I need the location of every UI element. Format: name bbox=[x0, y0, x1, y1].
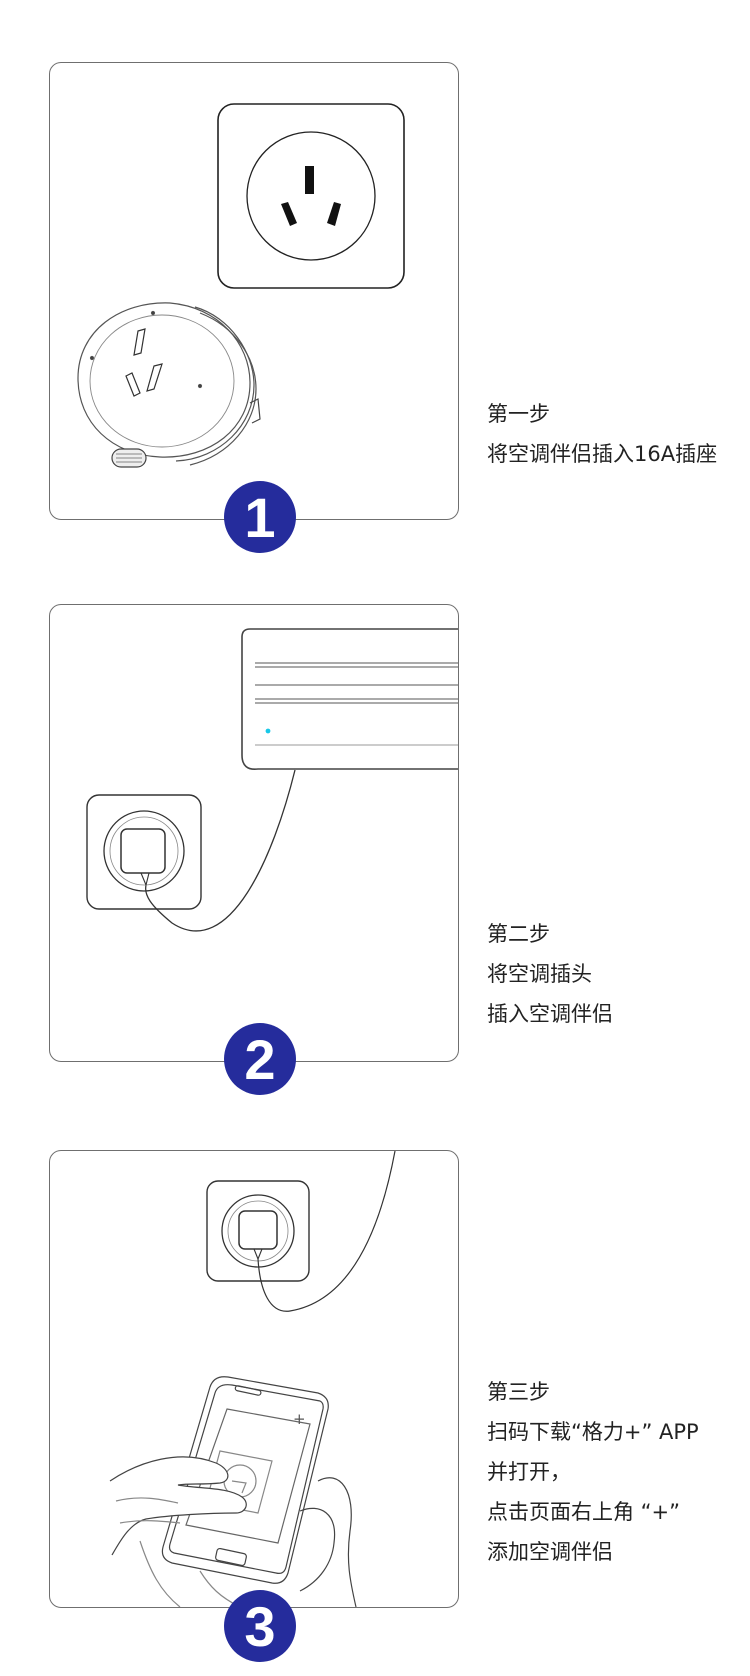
step-2-illustration-panel bbox=[49, 604, 459, 1062]
step-line: 并打开， bbox=[487, 1460, 571, 1484]
svg-text:+: + bbox=[293, 1410, 306, 1428]
wall-socket-and-companion-illustration bbox=[77, 103, 405, 468]
smartphone-hand-icon: + bbox=[109, 1376, 357, 1607]
step-number-badge: 3 bbox=[224, 1590, 296, 1662]
step-line: 将空调插头 bbox=[487, 962, 592, 986]
phone-scan-illustration: + bbox=[109, 1151, 396, 1607]
step-line: 扫码下载“格力+” APP bbox=[487, 1420, 699, 1444]
step-number-badge: 2 bbox=[224, 1023, 296, 1095]
step-1-instructions: 第一步 将空调伴侣插入16A插座 bbox=[487, 394, 717, 474]
wall-socket-icon bbox=[217, 103, 405, 289]
step-number-badge: 1 bbox=[224, 481, 296, 553]
step-3: + 3 第三步 扫码下载“格力+” APP 并打开， 点击页面右上角 “+” 添… bbox=[0, 1150, 750, 1670]
step-line: 添加空调伴侣 bbox=[487, 1540, 613, 1564]
air-conditioner-icon bbox=[241, 628, 458, 771]
step-2-instructions: 第二步 将空调插头 插入空调伴侣 bbox=[487, 914, 613, 1034]
step-1: 1 第一步 将空调伴侣插入16A插座 bbox=[0, 62, 750, 582]
companion-plug-icon bbox=[77, 302, 261, 468]
step-title: 第二步 bbox=[487, 922, 550, 946]
plug-cable-icon bbox=[86, 794, 202, 910]
step-title: 第一步 bbox=[487, 402, 550, 426]
step-1-illustration-panel bbox=[49, 62, 459, 520]
ac-plug-illustration bbox=[86, 628, 458, 932]
step-title: 第三步 bbox=[487, 1380, 550, 1404]
step-2: 2 第二步 将空调插头 插入空调伴侣 bbox=[0, 604, 750, 1124]
step-line: 插入空调伴侣 bbox=[487, 1002, 613, 1026]
step-line: 将空调伴侣插入16A插座 bbox=[487, 442, 718, 466]
step-3-illustration-panel: + bbox=[49, 1150, 459, 1608]
step-line: 点击页面右上角 “+” bbox=[487, 1500, 681, 1524]
step-3-instructions: 第三步 扫码下载“格力+” APP 并打开， 点击页面右上角 “+” 添加空调伴… bbox=[487, 1372, 699, 1572]
